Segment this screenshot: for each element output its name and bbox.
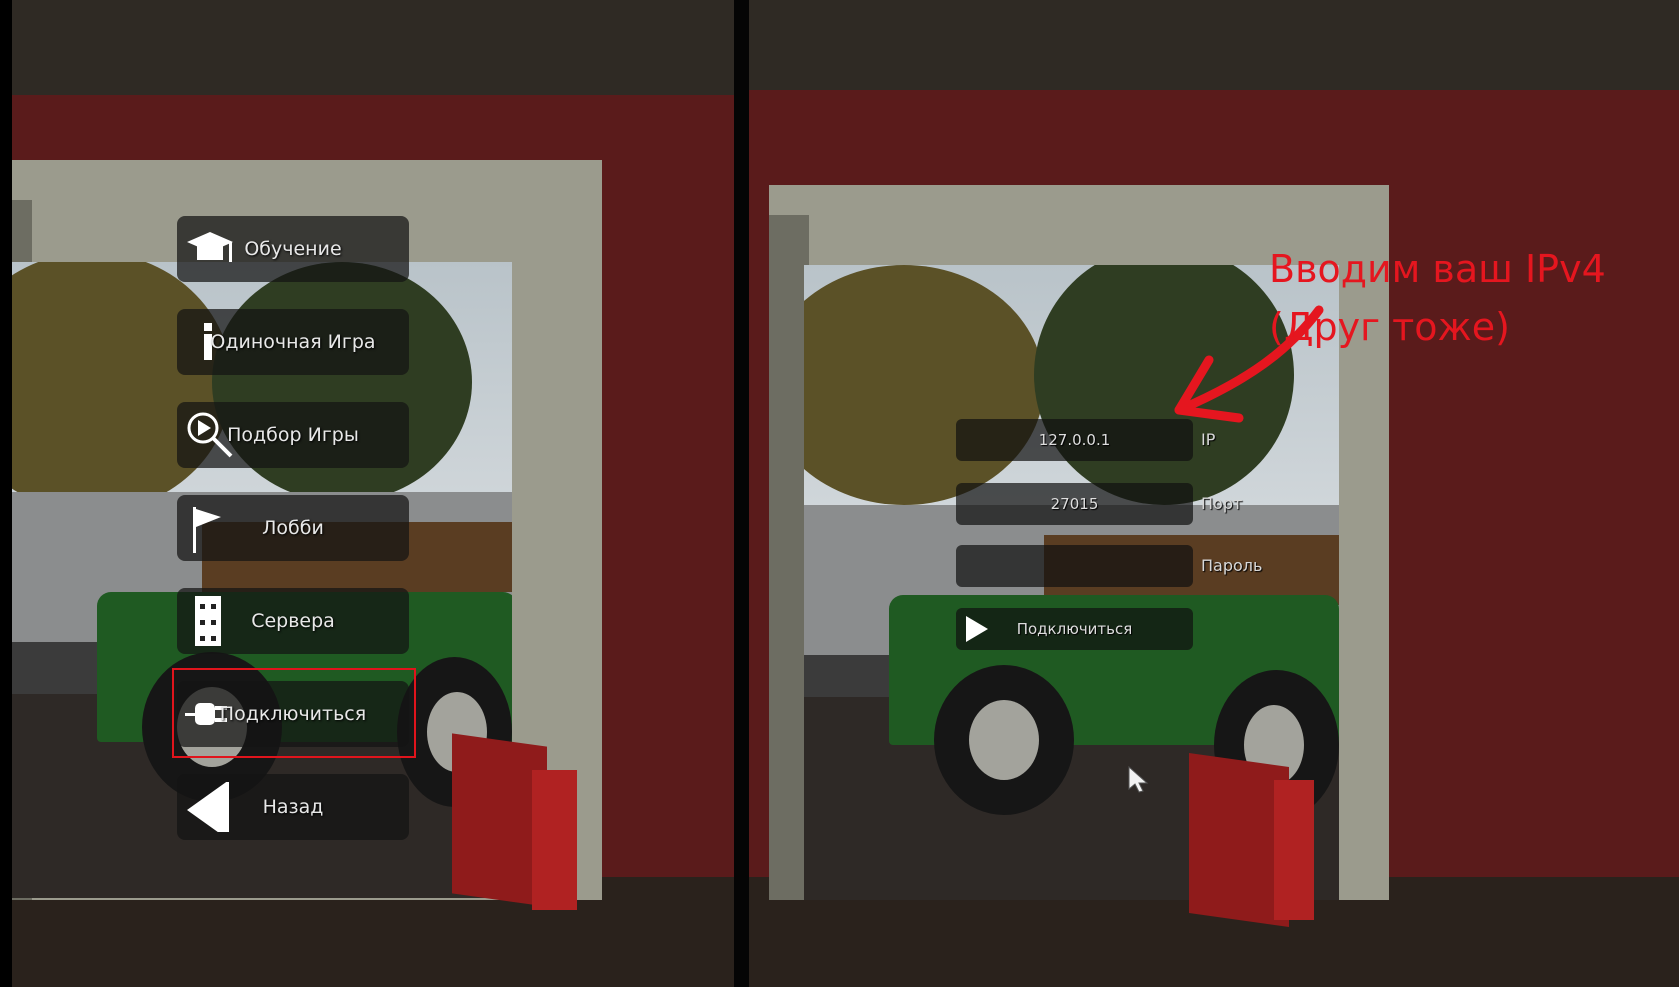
panel-divider (734, 0, 749, 987)
menu-item-label: Подбор Игры (227, 424, 359, 446)
connect-button[interactable]: Подключиться (956, 608, 1193, 650)
play-icon (966, 616, 988, 642)
menu-item-servers[interactable]: Сервера (177, 588, 409, 654)
menu-item-matchmaking[interactable]: Подбор Игры (177, 402, 409, 468)
password-label: Пароль (1201, 556, 1263, 575)
connect-panel: 127.0.0.1 IP 27015 Порт Пароль Подключит… (749, 0, 1679, 987)
menu-item-label: Назад (262, 796, 324, 818)
back-arrow-icon (187, 782, 229, 832)
annotation-line-1: Вводим ваш IPv4 (1269, 247, 1606, 291)
port-input-value: 27015 (1050, 495, 1099, 513)
menu-item-label: Лобби (262, 517, 324, 539)
mouse-cursor-icon (1128, 765, 1149, 793)
menu-item-tutorial[interactable]: Обучение (177, 216, 409, 282)
connect-button-label: Подключиться (1016, 620, 1133, 638)
server-icon (195, 596, 221, 646)
menu-item-label: Обучение (244, 238, 342, 260)
menu-item-singleplayer[interactable]: Одиночная Игра (177, 309, 409, 375)
flag-icon (193, 507, 221, 553)
ip-input-value: 127.0.0.1 (1038, 431, 1111, 449)
port-label: Порт (1201, 494, 1243, 513)
menu-item-label: Одиночная Игра (210, 331, 376, 353)
graduation-cap-icon (187, 232, 233, 262)
password-input[interactable] (956, 545, 1193, 587)
annotation-line-2: (Друг тоже) (1269, 305, 1510, 349)
port-input[interactable]: 27015 (956, 483, 1193, 525)
main-menu-panel: Обучение Одиночная Игра Подбор Игры Лобб… (12, 0, 734, 987)
menu-item-back[interactable]: Назад (177, 774, 409, 840)
connect-highlight-box (172, 668, 416, 758)
menu-item-lobby[interactable]: Лобби (177, 495, 409, 561)
menu-item-label: Сервера (251, 610, 335, 632)
